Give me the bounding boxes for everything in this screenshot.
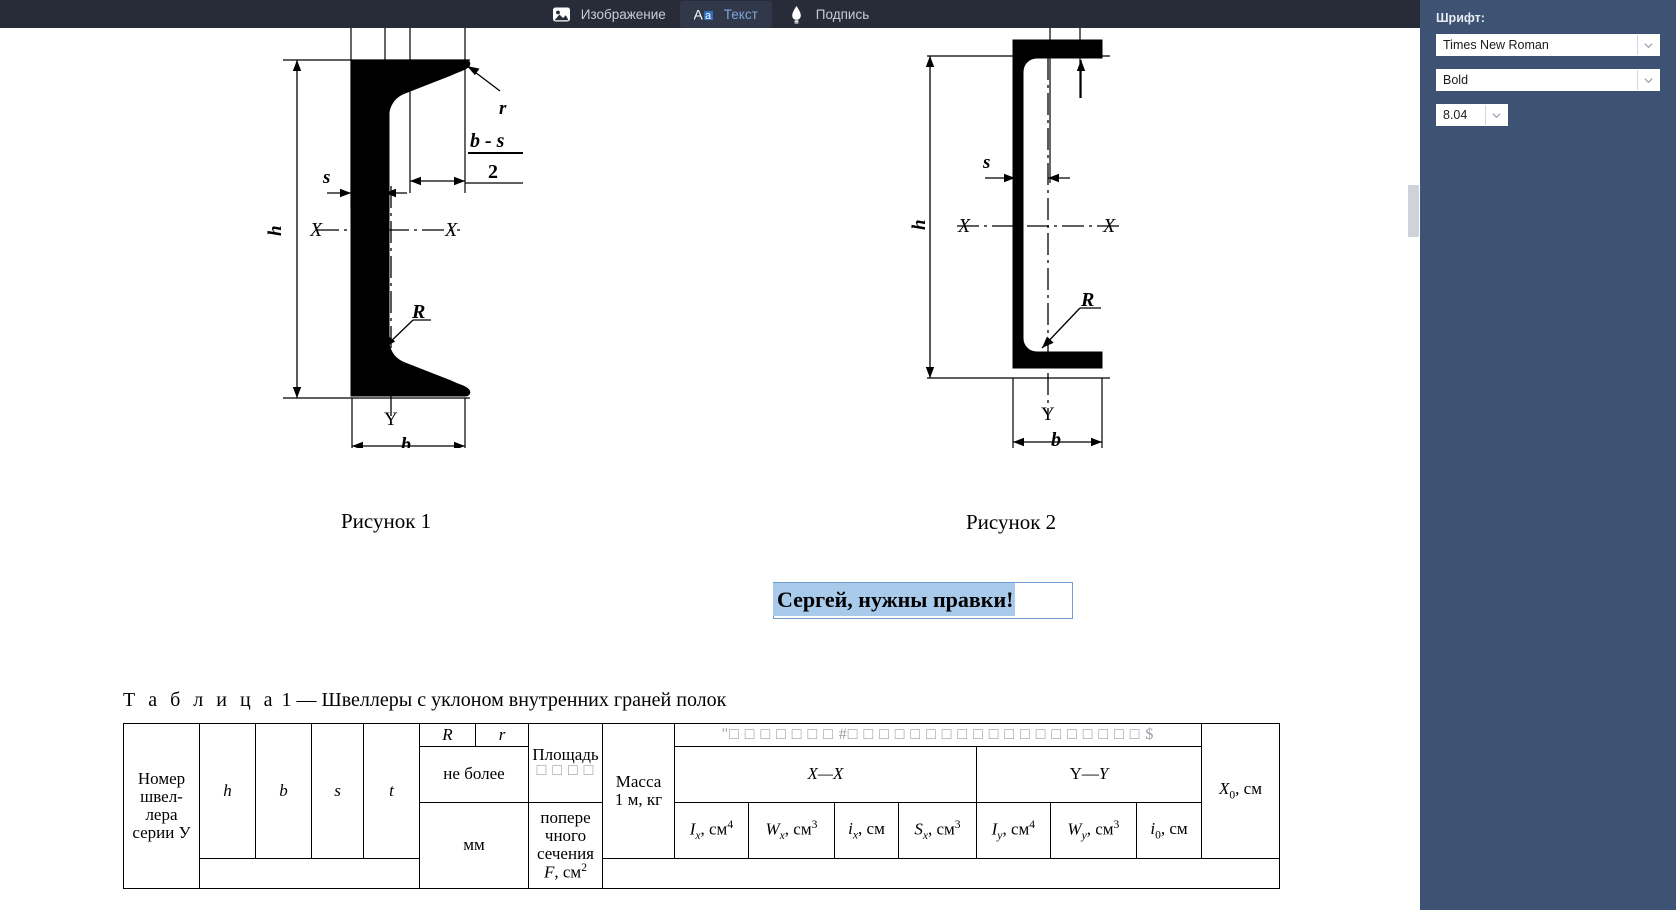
svg-text:h: h [265,225,286,236]
svg-text:R: R [1080,289,1094,311]
area-line-2: попере чного сечения [537,807,594,863]
top-toolbar: Изображение A a Текст Подпись [0,0,1420,28]
cell-col-x0: X0, см [1201,723,1280,859]
svg-text:X: X [1102,215,1116,237]
cell-col-s: s [311,723,364,859]
table-title-spaced: Т а б л и ц а [123,689,277,711]
font-size-value: 8.04 [1443,108,1468,122]
cell-col-h: h [199,723,256,859]
annotation-text[interactable]: Сергей, нужны правки! [773,583,1016,616]
svg-text:b: b [1051,429,1061,448]
cell-sub-Ix: Ix, см4 [674,801,749,859]
cell-col-area-head: Площадь □ □ □ □ [528,723,603,803]
svg-text:X: X [444,219,458,241]
signature-pen-icon [786,4,807,25]
mass-line-1: Масса [615,772,662,792]
svg-text:h: h [909,219,930,230]
font-size-select[interactable]: 8.04 [1436,104,1508,126]
cell-no-more: не более [419,745,529,803]
area-line-3: F, см2 [544,861,587,883]
svg-text:r: r [499,98,507,119]
figure-2-drawing: h s X X R Y b [909,28,1123,448]
cell-units-mm: мм [419,801,529,889]
svg-text:b: b [401,434,411,448]
table-row: Номер швел-лера серии У h b s t R r Площ… [123,723,1280,889]
cell-tofu-banner: "□ □ □ □ □ □ □ #□ □ □ □ □ □ □ □ □ □ □ □ … [674,723,1202,747]
svg-text:Y: Y [1041,404,1055,425]
chevron-down-icon[interactable] [1637,35,1659,55]
tool-signature[interactable]: Подпись [772,1,883,28]
cell-col-b: b [255,723,312,859]
font-properties-sidebar: Шрифт: Times New Roman Bold 8.04 [1420,0,1676,910]
tool-image-label: Изображение [580,6,666,22]
svg-text:a: a [705,10,712,22]
mass-line-2: 1 м, кг [614,789,663,809]
channel-specs-table: Номер швел-лера серии У h b s t R r Площ… [123,723,1280,889]
svg-text:s: s [322,167,330,188]
cell-spacer-right [602,857,1280,889]
svg-text:Y: Y [384,409,398,430]
area-label: Площадь [532,744,599,764]
svg-text:X: X [309,219,323,241]
svg-text:s: s [982,152,990,173]
vertical-scrollbar-track[interactable] [1406,28,1420,910]
tool-text[interactable]: A a Текст [679,0,772,28]
font-family-value: Times New Roman [1443,38,1549,52]
font-style-select[interactable]: Bold [1436,69,1660,91]
cell-sub-Iy: Iy, см4 [975,801,1051,859]
cell-group-yy: Y—Y [975,745,1203,803]
chevron-down-icon[interactable] [1485,105,1507,125]
chevron-down-icon[interactable] [1637,70,1659,90]
figure-2-caption: Рисунок 2 [966,510,1057,534]
font-section-label: Шрифт: [1436,11,1485,25]
figure-1-drawing: h s X X r R Y b b - s 2 [265,28,523,448]
vertical-scrollbar-thumb[interactable] [1408,185,1419,237]
tool-signature-label: Подпись [815,6,870,22]
text-annotation-box[interactable]: Сергей, нужны правки! [773,582,1073,619]
area-tofu: □ □ □ □ [536,762,595,780]
cell-sub-Wy: Wy, см3 [1049,801,1137,859]
table-title-rest: 1 — Швеллеры с уклоном внутренних граней… [276,689,727,711]
table-row [124,857,1280,889]
svg-text:R: R [411,301,425,323]
image-icon [551,4,572,25]
text-aa-icon: A a [694,4,715,25]
tool-text-label: Текст [723,6,758,22]
cell-spacer-mm [199,857,420,889]
tool-image[interactable]: Изображение [537,1,680,28]
svg-text:b - s: b - s [470,130,505,152]
cell-group-xx: X—X [674,745,977,803]
cell-col-R: R [419,723,476,747]
figure-1-caption: Рисунок 1 [341,509,432,533]
table-title: Т а б л и ц а 1 — Швеллеры с уклоном вну… [123,689,726,712]
cell-col-mass: Масса 1 м, кг [602,723,675,859]
cell-col-r: r [475,723,529,747]
cell-col-number: Номер швел-лера серии У [123,723,200,889]
cell-sub-Wx: Wx, см3 [747,801,836,859]
svg-text:X: X [957,215,971,237]
cell-sub-Sx: Sx, см3 [898,801,977,859]
svg-text:2: 2 [488,161,498,183]
cell-col-t: t [363,723,420,859]
cell-sub-ix: ix, см [834,801,899,859]
cell-sub-i0: i0, см [1135,801,1203,859]
cell-area-body: попере чного сечения F, см2 [528,801,603,889]
svg-text:A: A [694,6,704,22]
font-family-select[interactable]: Times New Roman [1436,34,1660,56]
font-style-value: Bold [1443,73,1469,87]
document-canvas[interactable]: h s X X r R Y b b - s 2 Рисунок 1 h s X … [0,28,1420,910]
